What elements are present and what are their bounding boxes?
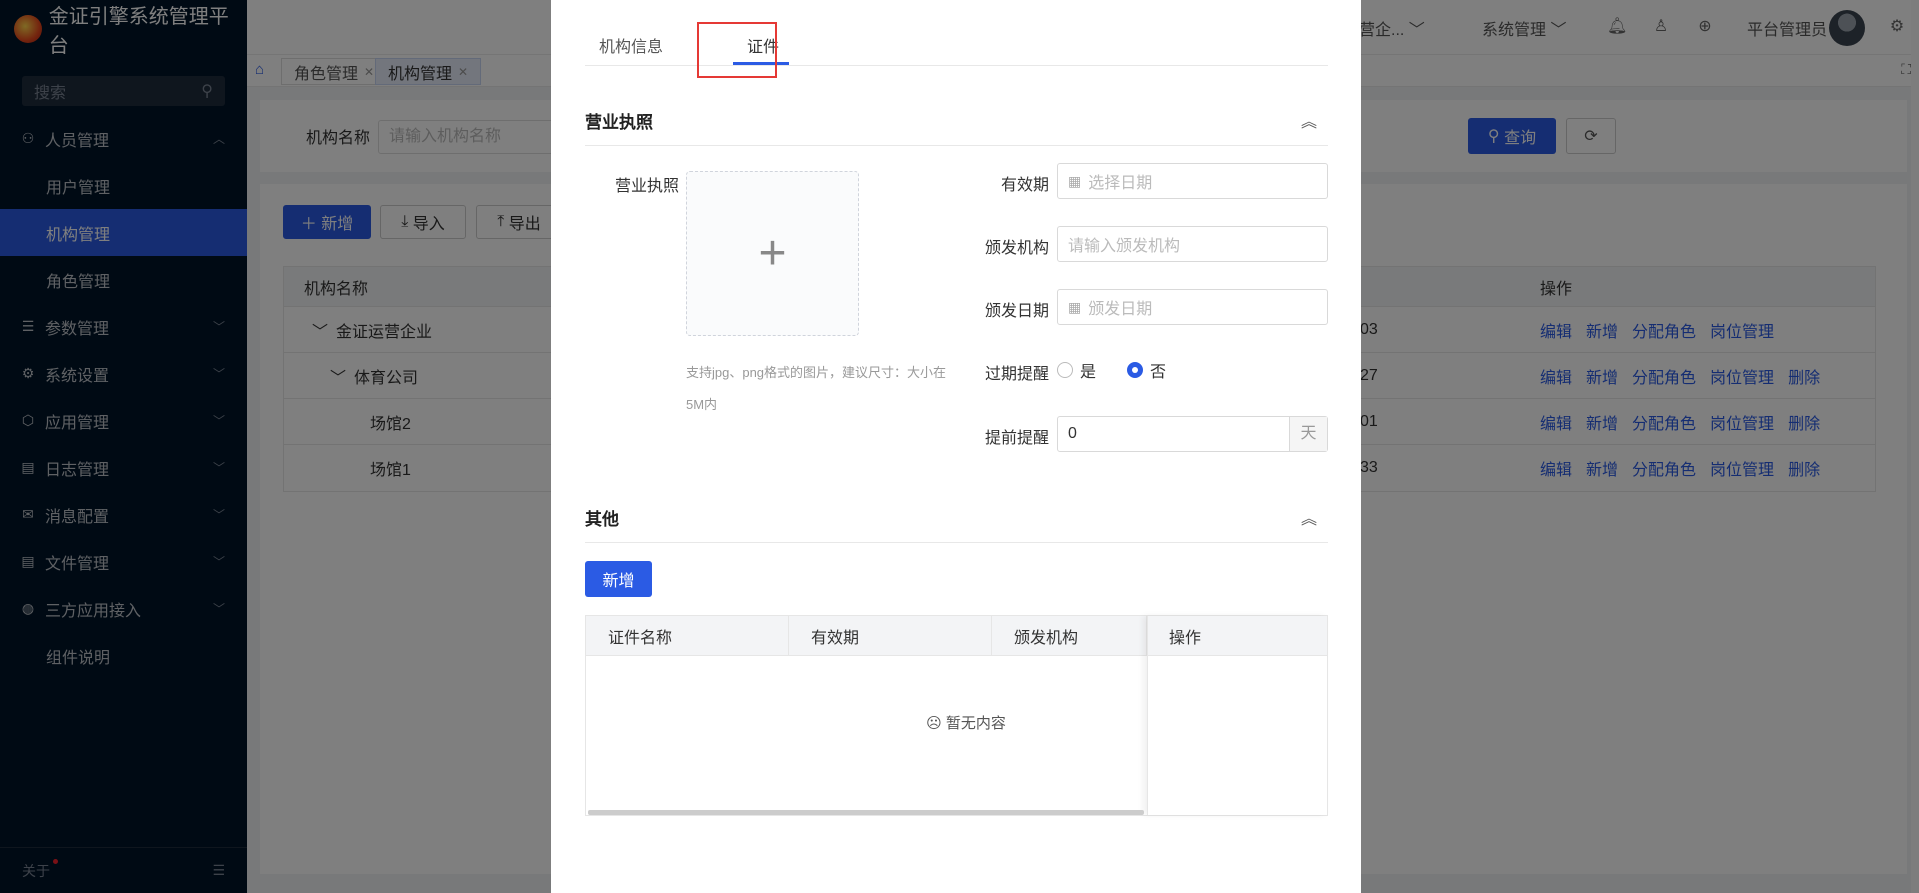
license-upload[interactable]: + (686, 171, 859, 336)
tab-org-info[interactable]: 机构信息 (599, 33, 663, 57)
radio-yes[interactable]: 是 (1057, 358, 1096, 382)
radio-circle-checked (1127, 362, 1143, 378)
calendar-icon: ▦ (1068, 298, 1082, 315)
advance-days-value: 0 (1068, 425, 1077, 442)
col-validity: 有效期 (789, 616, 992, 656)
radio-no[interactable]: 否 (1127, 358, 1166, 382)
add-certificate-button[interactable]: 新增 (585, 561, 652, 597)
validity-label: 有效期 (1000, 177, 1049, 194)
plus-icon: + (758, 227, 787, 280)
certificate-table: 证件名称 有效期 颁发机构 操作 ☹ 暂无内容 (585, 615, 1328, 816)
sad-face-icon: ☹ (926, 715, 942, 732)
validity-date-picker[interactable]: ▦ 选择日期 (1057, 163, 1328, 199)
advance-days-input[interactable]: 0 天 (1057, 416, 1328, 452)
radio-circle (1057, 362, 1073, 378)
expire-remind-label: 过期提醒 (984, 366, 1049, 383)
upload-label: 营业执照 (614, 178, 679, 195)
calendar-icon: ▦ (1068, 172, 1082, 189)
validity-placeholder: 选择日期 (1088, 175, 1153, 192)
radio-no-label: 否 (1150, 364, 1167, 381)
license-section-title: 营业执照 (585, 113, 653, 132)
collapse-up-icon[interactable]: ︽ (1301, 108, 1317, 131)
issue-date-placeholder: 颁发日期 (1088, 301, 1153, 318)
issue-date-label: 颁发日期 (984, 303, 1049, 320)
horizontal-scrollbar[interactable] (588, 810, 1144, 815)
org-modal: 机构信息 证件 营业执照 ︽ 营业执照 + 支持jpg、png格式的图片，建议尺… (551, 0, 1361, 893)
section-divider (585, 145, 1328, 146)
advance-remind-label: 提前提醒 (984, 430, 1049, 447)
radio-yes-label: 是 (1080, 364, 1097, 381)
collapse-up-icon[interactable]: ︽ (1301, 505, 1317, 528)
upload-tip: 支持jpg、png格式的图片，建议尺寸：大小在5M内 (686, 365, 947, 412)
col-issuer: 颁发机构 (992, 616, 1147, 656)
section-divider (585, 542, 1328, 543)
issue-date-picker[interactable]: ▦ 颁发日期 (1057, 289, 1328, 325)
days-unit: 天 (1289, 417, 1327, 451)
other-section-title: 其他 (585, 510, 619, 529)
issuer-placeholder: 请输入颁发机构 (1068, 238, 1181, 255)
highlight-box (697, 22, 777, 78)
col-cert-name: 证件名称 (586, 616, 789, 656)
issuer-input[interactable]: 请输入颁发机构 (1057, 226, 1328, 262)
issuer-label: 颁发机构 (984, 240, 1049, 257)
empty-state: ☹ 暂无内容 (586, 712, 1346, 733)
empty-text: 暂无内容 (945, 715, 1006, 732)
